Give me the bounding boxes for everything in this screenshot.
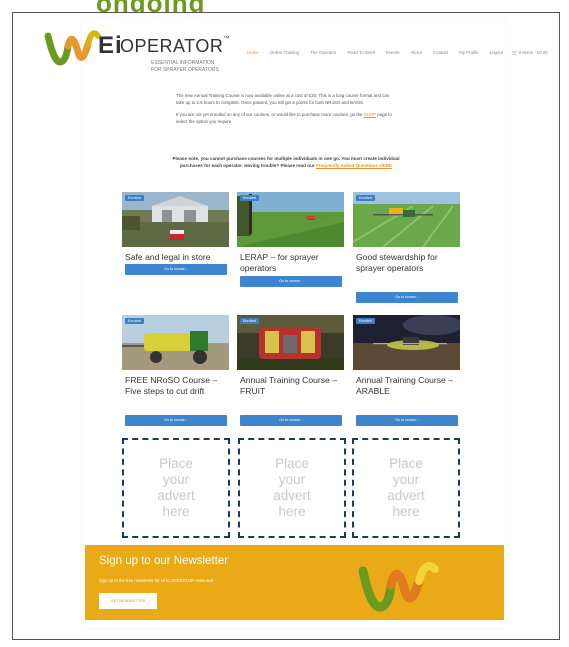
- cart-summary: 0 items - £0.00: [518, 50, 548, 55]
- intro-text: The new Annual Training Course is now av…: [176, 93, 398, 131]
- nav-item-home[interactable]: Home: [247, 50, 259, 55]
- go-to-course-button[interactable]: Go to course...: [356, 415, 458, 426]
- nav-item-my-profile[interactable]: My Profile: [459, 50, 479, 55]
- intro-paragraph-1: The new Annual Training Course is now av…: [176, 93, 390, 105]
- advert-placeholder[interactable]: Place your advert here: [352, 438, 460, 538]
- enrolled-badge: Enrolled: [125, 318, 144, 324]
- go-to-course-button[interactable]: Go to course...: [125, 415, 227, 426]
- cart-link[interactable]: 🛒 0 items - £0.00: [512, 50, 548, 56]
- nav-item-events[interactable]: Events: [386, 50, 399, 55]
- course-title[interactable]: Annual Training Course – ARABLE: [356, 375, 460, 397]
- enrolled-badge: Enrolled: [240, 195, 259, 201]
- nav-item-about[interactable]: About: [410, 50, 421, 55]
- enrolled-badge: Enrolled: [356, 195, 375, 201]
- logo-operator-text: OPERATOR™: [120, 36, 230, 56]
- go-to-course-button[interactable]: Go to course...: [240, 415, 342, 426]
- course-title[interactable]: Annual Training Course – FRUIT: [240, 375, 344, 397]
- main-nav: Home Online Training The Operator Read T…: [247, 50, 503, 55]
- logo-subtitle-line1: ESSENTIAL INFORMATION: [151, 60, 215, 66]
- go-to-course-button[interactable]: Go to course...: [240, 276, 342, 287]
- newsletter-title: Sign up to our Newsletter: [99, 555, 229, 567]
- enrolled-badge: Enrolled: [125, 195, 144, 201]
- course-image-green-sprayer[interactable]: Enrolled: [122, 315, 229, 370]
- course-title[interactable]: Safe and legal in store: [125, 252, 229, 263]
- course-image-arable-spraying[interactable]: Enrolled: [353, 315, 460, 370]
- course-image-store-building[interactable]: Enrolled: [122, 192, 229, 247]
- get-newsletter-button[interactable]: GET NEWSLETTER: [99, 593, 157, 609]
- nav-item-the-operator[interactable]: The Operator: [310, 50, 336, 55]
- nav-item-read-to-work[interactable]: Read To Work: [347, 50, 375, 55]
- go-to-course-button[interactable]: Go to course...: [125, 264, 227, 275]
- ei-operator-logo[interactable]: Ei OPERATOR™ ESSENTIAL INFORMATION FOR S…: [44, 22, 229, 74]
- course-title[interactable]: FREE NRoSO Course – Five steps to cut dr…: [125, 375, 229, 397]
- course-title[interactable]: LERAP – for sprayer operators: [240, 252, 344, 274]
- cart-icon: 🛒: [512, 50, 518, 55]
- nav-item-contact[interactable]: Contact: [433, 50, 448, 55]
- go-to-course-button[interactable]: Go to course...: [356, 292, 458, 303]
- course-image-orchard-sprayer[interactable]: Enrolled: [237, 315, 344, 370]
- logo-subtitle-line2: FOR SPRAYER OPERATORS: [151, 67, 219, 73]
- newsletter-subtitle: Sign up to the free newsletter for all E…: [99, 578, 214, 583]
- purchase-notice: Please note, you cannot purchase courses…: [172, 156, 400, 168]
- nav-item-logout[interactable]: Logout: [490, 50, 503, 55]
- course-image-field-tractor[interactable]: Enrolled: [237, 192, 344, 247]
- course-image-sprayer-crop[interactable]: Enrolled: [353, 192, 460, 247]
- newsletter-banner: Sign up to our Newsletter Sign up to the…: [85, 545, 504, 620]
- advert-placeholder[interactable]: Place your advert here: [238, 438, 346, 538]
- faq-link[interactable]: Frequently Asked Questions HERE: [316, 163, 392, 168]
- advert-placeholder[interactable]: Place your advert here: [122, 438, 230, 538]
- nav-item-online-training[interactable]: Online Training: [270, 50, 300, 55]
- logo-ei-text: Ei: [98, 32, 123, 59]
- enrolled-badge: Enrolled: [240, 318, 259, 324]
- shop-link[interactable]: SHOP: [364, 112, 376, 117]
- enrolled-badge: Enrolled: [356, 318, 375, 324]
- course-title[interactable]: Good stewardship for sprayer operators: [356, 252, 460, 274]
- logo-wave-icon: [358, 562, 439, 612]
- intro-paragraph-2: If you are not yet enrolled on any of ou…: [176, 112, 392, 124]
